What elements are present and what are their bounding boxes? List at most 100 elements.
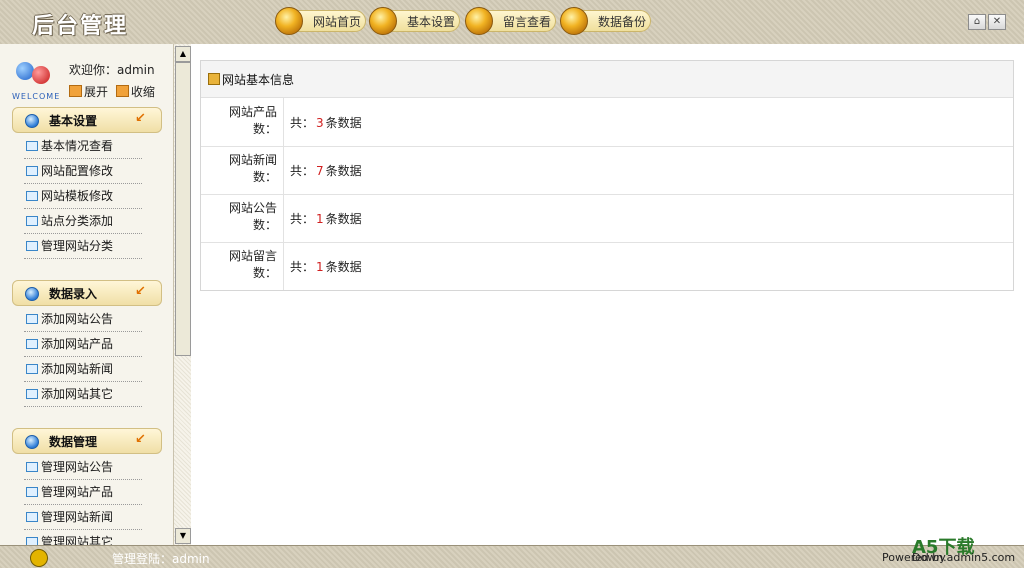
scroll-up-icon[interactable]: ▲	[175, 46, 191, 62]
menu-item-label: 管理网站产品	[41, 485, 114, 499]
link-icon	[26, 537, 38, 545]
nav-backup-label: 数据备份	[598, 15, 647, 29]
menu-item-site-config[interactable]: 网站配置修改	[24, 159, 142, 184]
menu-item-label: 站点分类添加	[41, 214, 114, 228]
menu-item-add-product[interactable]: 添加网站产品	[24, 332, 142, 357]
link-icon	[26, 487, 38, 497]
link-icon	[26, 314, 38, 324]
welcome-icon: WELCOME	[12, 62, 59, 102]
link-icon	[26, 191, 38, 201]
panel-header: 网站基本信息	[201, 61, 1013, 98]
menu-item-label: 管理网站公告	[41, 460, 114, 474]
nav-basic-settings[interactable]: 基本设置	[369, 7, 460, 35]
link-icon	[26, 166, 38, 176]
nav-messages[interactable]: 留言查看	[465, 7, 556, 35]
collapse-button[interactable]: 收缩	[115, 85, 155, 99]
menu-item-manage-other[interactable]: 管理网站其它	[24, 530, 142, 545]
section-title: 基本设置	[49, 114, 98, 128]
menu-item-manage-news[interactable]: 管理网站新闻	[24, 505, 142, 530]
site-info-panel: 网站基本信息 网站产品数： 共： 3 条数据 网站新闻数： 共： 7 条数据 网站公告数…	[200, 60, 1014, 291]
section-basic-settings[interactable]: 基本设置 ↙	[12, 107, 162, 133]
app-logo: 后台管理	[32, 14, 129, 39]
expand-label: 展开	[84, 85, 109, 99]
nav-home[interactable]: 网站首页	[275, 7, 366, 35]
menu-item-label: 添加网站新闻	[41, 362, 114, 376]
section-data-entry[interactable]: 数据录入 ↙	[12, 280, 162, 306]
info-row-messages: 网站留言数： 共： 1 条数据	[201, 242, 1013, 290]
nav-basic-settings-label: 基本设置	[407, 15, 456, 29]
bullet-icon	[25, 435, 39, 449]
link-icon	[26, 141, 38, 151]
section-data-management[interactable]: 数据管理 ↙	[12, 428, 162, 454]
main-content: 网站基本信息 网站产品数： 共： 3 条数据 网站新闻数： 共： 7 条数据 网站公告数…	[191, 44, 1024, 545]
orb-icon	[560, 7, 588, 35]
count-value: 3	[316, 116, 324, 130]
count-value: 7	[316, 164, 324, 178]
menu-item-add-news[interactable]: 添加网站新闻	[24, 357, 142, 382]
row-value: 共： 1 条数据	[290, 212, 362, 226]
link-icon	[26, 389, 38, 399]
row-label: 网站公告数：	[228, 201, 277, 232]
home-icon[interactable]: ⌂	[968, 14, 986, 30]
link-icon	[26, 462, 38, 472]
admin-icon	[30, 549, 48, 567]
top-header: 后台管理 网站首页 基本设置 留言查看 数据备份 ⌂ ✕	[0, 0, 1024, 45]
link-icon	[26, 339, 38, 349]
menu-item-basic-info[interactable]: 基本情况查看	[24, 134, 142, 159]
link-icon	[26, 512, 38, 522]
folder-icon	[115, 85, 129, 97]
count-value: 1	[316, 212, 324, 226]
bullet-icon	[25, 287, 39, 301]
folder-icon	[69, 85, 82, 97]
menu-item-manage-category[interactable]: 管理网站分类	[24, 234, 142, 259]
bullet-icon	[25, 114, 39, 128]
row-label: 网站留言数：	[228, 249, 277, 280]
menu-item-template[interactable]: 网站模板修改	[24, 184, 142, 209]
panel-title: 网站基本信息	[222, 73, 295, 87]
play-icon	[208, 73, 220, 85]
footer-bar: 管理登陆：admin Powered by	[0, 545, 1024, 568]
menu-item-manage-notice[interactable]: 管理网站公告	[24, 455, 142, 480]
arrow-down-icon: ↙	[135, 432, 146, 447]
link-icon	[26, 241, 38, 251]
nav-messages-label: 留言查看	[503, 15, 552, 29]
orb-icon	[369, 7, 397, 35]
menu-item-label: 添加网站其它	[41, 387, 114, 401]
menu-item-label: 管理网站其它	[41, 535, 114, 545]
section-title: 数据录入	[49, 287, 98, 301]
row-value: 共： 3 条数据	[290, 116, 362, 130]
menu-item-label: 网站模板修改	[41, 189, 114, 203]
section-title: 数据管理	[49, 435, 98, 449]
row-label: 网站新闻数：	[228, 153, 277, 184]
menu-item-add-notice[interactable]: 添加网站公告	[24, 307, 142, 332]
link-icon	[26, 364, 38, 374]
menu-item-label: 基本情况查看	[41, 139, 114, 153]
menu-item-add-category[interactable]: 站点分类添加	[24, 209, 142, 234]
nav-home-label: 网站首页	[313, 15, 362, 29]
orb-icon	[465, 7, 493, 35]
arrow-down-icon: ↙	[135, 111, 146, 126]
menu-item-label: 管理网站分类	[41, 239, 114, 253]
expand-collapse-row: 展开 收缩	[69, 83, 155, 100]
expand-button[interactable]: 展开	[69, 85, 108, 99]
row-label: 网站产品数：	[228, 105, 277, 136]
login-status: 管理登陆：admin	[112, 552, 210, 566]
orb-icon	[275, 7, 303, 35]
menu-item-label: 网站配置修改	[41, 164, 114, 178]
row-value: 共： 7 条数据	[290, 164, 362, 178]
watermark-url: Down.admin5.com	[912, 551, 1016, 564]
info-row-notices: 网站公告数： 共： 1 条数据	[201, 194, 1013, 243]
scroll-thumb[interactable]	[175, 62, 191, 356]
count-value: 1	[316, 260, 324, 274]
menu-item-label: 添加网站公告	[41, 312, 114, 326]
menu-item-manage-product[interactable]: 管理网站产品	[24, 480, 142, 505]
menu-item-label: 添加网站产品	[41, 337, 114, 351]
nav-backup[interactable]: 数据备份	[560, 7, 651, 35]
close-icon[interactable]: ✕	[988, 14, 1006, 30]
sidebar: WELCOME 欢迎你：admin 展开 收缩 基本设置 ↙ 基本情况查看 网站…	[0, 44, 173, 545]
menu-item-label: 管理网站新闻	[41, 510, 114, 524]
sidebar-scrollbar[interactable]: ▲ ▼	[173, 44, 191, 545]
scroll-down-icon[interactable]: ▼	[175, 528, 191, 544]
welcome-text: 欢迎你：admin	[69, 63, 155, 77]
menu-item-add-other[interactable]: 添加网站其它	[24, 382, 142, 407]
